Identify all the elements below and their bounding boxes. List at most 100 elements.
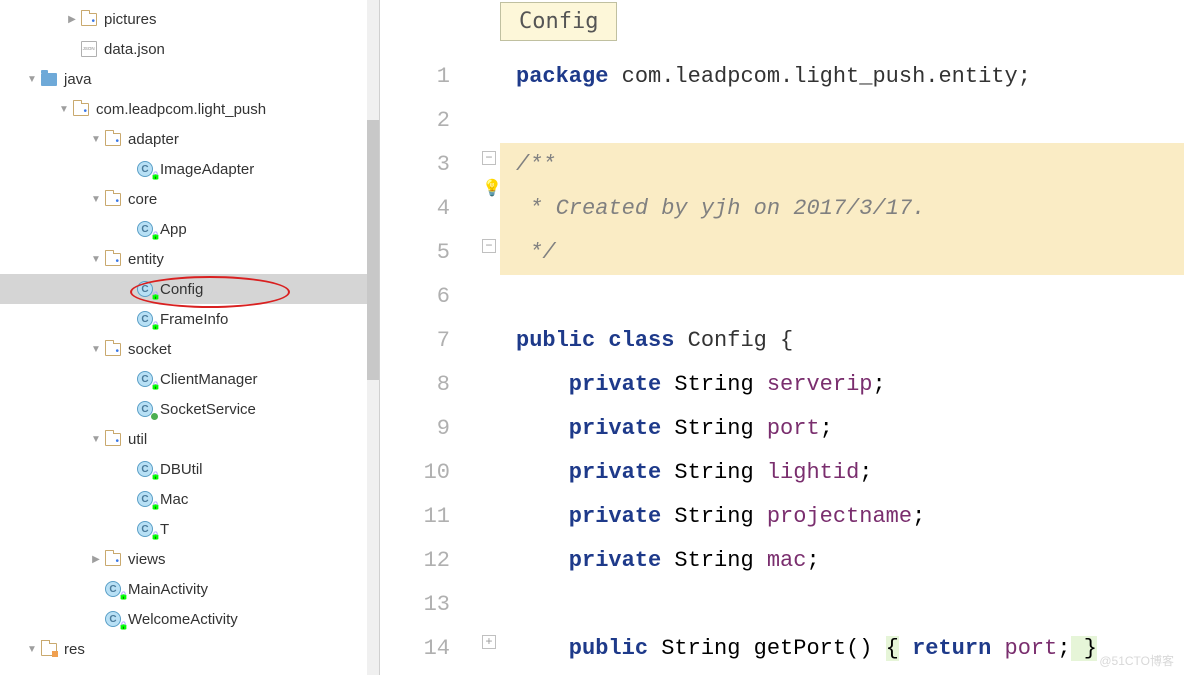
tree-label: adapter: [128, 131, 179, 148]
tree-row-entity[interactable]: entity: [0, 244, 379, 274]
class-icon: [136, 400, 154, 418]
line-number: 3: [380, 143, 450, 187]
class-icon: [104, 580, 122, 598]
code-line[interactable]: */: [500, 231, 1184, 275]
line-number: 11: [380, 495, 450, 539]
tree-label: com.leadpcom.light_push: [96, 101, 266, 118]
code-line[interactable]: /**: [500, 143, 1184, 187]
code-line[interactable]: [500, 99, 1184, 143]
line-number: 9: [380, 407, 450, 451]
tree-label: App: [160, 221, 187, 238]
tree-row-t[interactable]: T: [0, 514, 379, 544]
code-line[interactable]: private String serverip;: [500, 363, 1184, 407]
class-icon: [136, 460, 154, 478]
tree-row-config[interactable]: Config: [0, 274, 379, 304]
tree-label: ClientManager: [160, 371, 258, 388]
tree-row-adapter[interactable]: adapter: [0, 124, 379, 154]
tree-label: res: [64, 641, 85, 658]
fold-gutter: − 💡 − +: [480, 55, 500, 675]
tree-row-welcomeactivity[interactable]: WelcomeActivity: [0, 604, 379, 634]
line-number: 7: [380, 319, 450, 363]
tree-row-java[interactable]: java: [0, 64, 379, 94]
tree-label: Config: [160, 281, 203, 298]
expand-icon[interactable]: [88, 134, 104, 145]
expand-icon[interactable]: [88, 194, 104, 205]
lightbulb-icon[interactable]: 💡: [482, 167, 502, 211]
class-icon: [136, 160, 154, 178]
tree-row-app[interactable]: App: [0, 214, 379, 244]
tree-row-pictures[interactable]: pictures: [0, 4, 379, 34]
line-number: 6: [380, 275, 450, 319]
code-line[interactable]: public class Config {: [500, 319, 1184, 363]
class-icon: [136, 490, 154, 508]
tree-label: pictures: [104, 11, 157, 28]
expand-icon[interactable]: [88, 344, 104, 355]
package-icon: [104, 130, 122, 148]
class-icon: [136, 280, 154, 298]
tree-row-imageadapter[interactable]: ImageAdapter: [0, 154, 379, 184]
code-line[interactable]: * Created by yjh on 2017/3/17.: [500, 187, 1184, 231]
class-icon: [104, 610, 122, 628]
code-line[interactable]: private String port;: [500, 407, 1184, 451]
scrollbar-thumb[interactable]: [367, 120, 379, 380]
project-tree-panel[interactable]: pictures data.json java com.leadpcom.lig…: [0, 0, 380, 675]
class-icon: [136, 310, 154, 328]
expand-icon[interactable]: [88, 254, 104, 265]
code-editor[interactable]: 1 2 3 4 5 6 7 8 9 10 11 12 13 14 − 💡 − +…: [380, 55, 1184, 675]
code-line[interactable]: public String getPort() { return port; }: [500, 627, 1184, 671]
package-icon: [104, 250, 122, 268]
tree-row-core[interactable]: core: [0, 184, 379, 214]
fold-marker-icon[interactable]: −: [482, 151, 496, 165]
tree-label: FrameInfo: [160, 311, 228, 328]
code-line[interactable]: private String projectname;: [500, 495, 1184, 539]
code-line[interactable]: private String lightid;: [500, 451, 1184, 495]
fold-marker-icon[interactable]: +: [482, 635, 496, 649]
tree-row-views[interactable]: views: [0, 544, 379, 574]
breadcrumb-class[interactable]: Config: [500, 2, 617, 41]
expand-icon[interactable]: [56, 104, 72, 115]
tree-row-mainactivity[interactable]: MainActivity: [0, 574, 379, 604]
tree-label: entity: [128, 251, 164, 268]
tree-row-clientmanager[interactable]: ClientManager: [0, 364, 379, 394]
tree-label: MainActivity: [128, 581, 208, 598]
line-number: 5: [380, 231, 450, 275]
tree-row-socketservice[interactable]: SocketService: [0, 394, 379, 424]
code-line[interactable]: [500, 583, 1184, 627]
tree-row-frameinfo[interactable]: FrameInfo: [0, 304, 379, 334]
code-line[interactable]: private String mac;: [500, 539, 1184, 583]
tree-row-util[interactable]: util: [0, 424, 379, 454]
line-number: 4: [380, 187, 450, 231]
expand-icon[interactable]: [24, 644, 40, 655]
code-line[interactable]: [500, 275, 1184, 319]
breadcrumb-bar: Config: [380, 0, 1184, 55]
expand-icon[interactable]: [88, 434, 104, 445]
tree-row-socket[interactable]: socket: [0, 334, 379, 364]
code-line[interactable]: package com.leadpcom.light_push.entity;: [500, 55, 1184, 99]
line-gutter: 1 2 3 4 5 6 7 8 9 10 11 12 13 14: [380, 55, 480, 675]
tree-label: SocketService: [160, 401, 256, 418]
tree-row-datajson[interactable]: data.json: [0, 34, 379, 64]
line-number: 8: [380, 363, 450, 407]
line-number: 12: [380, 539, 450, 583]
tree-row-mac[interactable]: Mac: [0, 484, 379, 514]
res-folder-icon: [40, 640, 58, 658]
tree-label: util: [128, 431, 147, 448]
tree-row-dbutil[interactable]: DBUtil: [0, 454, 379, 484]
package-icon: [72, 100, 90, 118]
expand-icon[interactable]: [24, 74, 40, 85]
class-icon: [136, 520, 154, 538]
expand-icon[interactable]: [64, 14, 80, 25]
tree-label: Mac: [160, 491, 188, 508]
tree-row-package[interactable]: com.leadpcom.light_push: [0, 94, 379, 124]
fold-marker-icon[interactable]: −: [482, 239, 496, 253]
code-area[interactable]: package com.leadpcom.light_push.entity; …: [500, 55, 1184, 675]
tree-row-res[interactable]: res: [0, 634, 379, 664]
project-tree: pictures data.json java com.leadpcom.lig…: [0, 4, 379, 664]
tree-scrollbar[interactable]: [367, 0, 379, 675]
folder-icon: [80, 10, 98, 28]
tree-label: WelcomeActivity: [128, 611, 238, 628]
expand-icon[interactable]: [88, 554, 104, 565]
json-file-icon: [80, 40, 98, 58]
editor-panel: Config 1 2 3 4 5 6 7 8 9 10 11 12 13 14 …: [380, 0, 1184, 675]
class-icon: [136, 370, 154, 388]
